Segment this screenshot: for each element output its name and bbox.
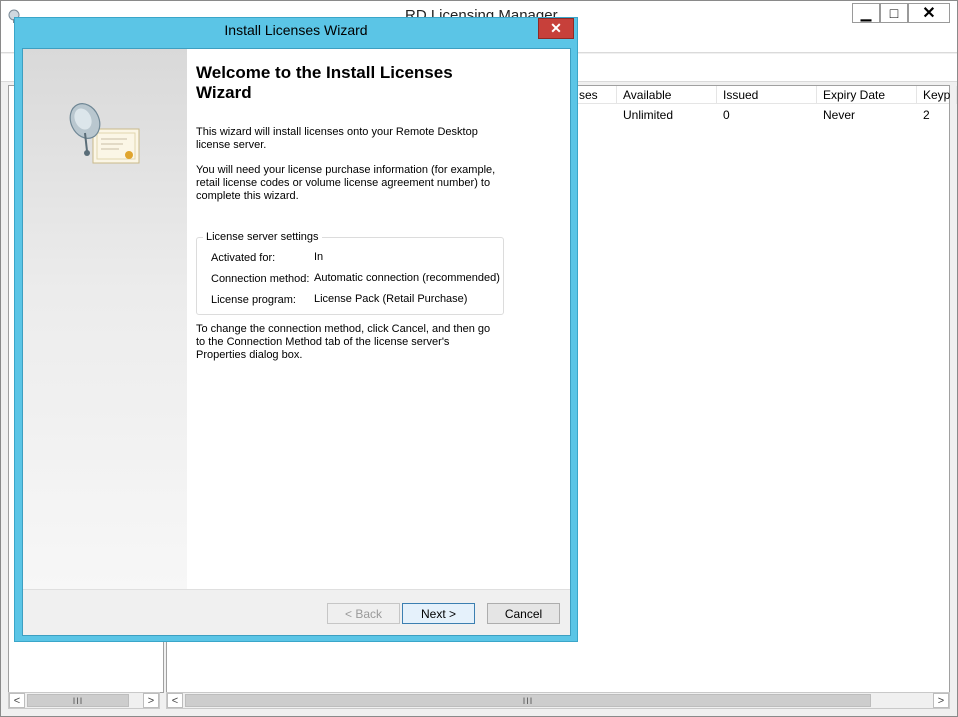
cancel-button[interactable]: Cancel bbox=[487, 603, 560, 624]
close-icon: ✕ bbox=[550, 20, 562, 36]
close-button[interactable]: ✕ bbox=[908, 3, 950, 23]
wizard-client-area: Welcome to the Install Licenses Wizard T… bbox=[22, 48, 571, 636]
chevron-right-icon: > bbox=[937, 694, 945, 707]
maximize-icon: □ bbox=[889, 5, 899, 21]
chevron-left-icon: < bbox=[171, 694, 179, 707]
right-horizontal-scrollbar[interactable]: < III > bbox=[166, 692, 950, 709]
wizard-change-method-text: To change the connection method, click C… bbox=[196, 323, 491, 361]
wizard-requirements-text: You will need your license purchase info… bbox=[196, 164, 496, 202]
wizard-close-button[interactable]: ✕ bbox=[538, 18, 574, 39]
column-header-issued[interactable]: Issued bbox=[717, 86, 817, 104]
license-server-settings-group: License server settings Activated for: I… bbox=[196, 231, 504, 315]
scroll-right-button[interactable]: > bbox=[143, 693, 159, 708]
scroll-left-button[interactable]: < bbox=[167, 693, 183, 708]
satellite-certificate-icon bbox=[69, 103, 140, 164]
grip-icon: III bbox=[522, 695, 534, 706]
wizard-sidebar bbox=[23, 49, 187, 589]
scroll-thumb[interactable]: III bbox=[185, 694, 871, 707]
license-program-label: License program: bbox=[211, 294, 296, 306]
column-header-available[interactable]: Available bbox=[617, 86, 717, 104]
activated-for-label: Activated for: bbox=[211, 252, 276, 264]
cell-keypack: 2 bbox=[923, 108, 930, 122]
next-button[interactable]: Next > bbox=[402, 603, 475, 624]
minimize-button[interactable]: ▁ bbox=[852, 3, 880, 23]
activated-for-value: In bbox=[314, 251, 324, 263]
cell-issued: 0 bbox=[723, 108, 730, 122]
back-button[interactable]: < Back bbox=[327, 603, 400, 624]
wizard-intro-text: This wizard will install licenses onto y… bbox=[196, 126, 478, 151]
cell-expiry-date: Never bbox=[823, 108, 856, 122]
wizard-title: Install Licenses Wizard bbox=[224, 22, 368, 38]
scroll-left-button[interactable]: < bbox=[9, 693, 25, 708]
connection-method-value: Automatic connection (recommended) bbox=[314, 272, 500, 284]
chevron-left-icon: < bbox=[13, 694, 21, 707]
connection-method-label: Connection method: bbox=[211, 273, 310, 285]
settings-group-legend: License server settings bbox=[203, 231, 322, 243]
scroll-thumb[interactable]: III bbox=[27, 694, 129, 707]
wizard-heading: Welcome to the Install Licenses Wizard bbox=[196, 63, 453, 102]
grip-icon: III bbox=[72, 695, 84, 706]
cell-available: Unlimited bbox=[623, 108, 674, 122]
scroll-right-button[interactable]: > bbox=[933, 693, 949, 708]
chevron-right-icon: > bbox=[147, 694, 155, 707]
column-header-licenses[interactable]: ses bbox=[573, 86, 617, 104]
column-header-keypack[interactable]: Keyp bbox=[917, 86, 957, 104]
install-licenses-wizard-dialog: Install Licenses Wizard ✕ Welcome to the… bbox=[14, 17, 578, 642]
maximize-button[interactable]: □ bbox=[880, 3, 908, 23]
license-program-value: License Pack (Retail Purchase) bbox=[314, 293, 468, 305]
minimize-icon: ▁ bbox=[860, 4, 872, 21]
column-header-expiry-date[interactable]: Expiry Date bbox=[817, 86, 917, 104]
wizard-content: Welcome to the Install Licenses Wizard T… bbox=[187, 49, 570, 589]
left-horizontal-scrollbar[interactable]: < III > bbox=[8, 692, 160, 709]
wizard-button-bar: < Back Next > Cancel bbox=[23, 589, 570, 635]
close-icon: ✕ bbox=[922, 5, 936, 22]
